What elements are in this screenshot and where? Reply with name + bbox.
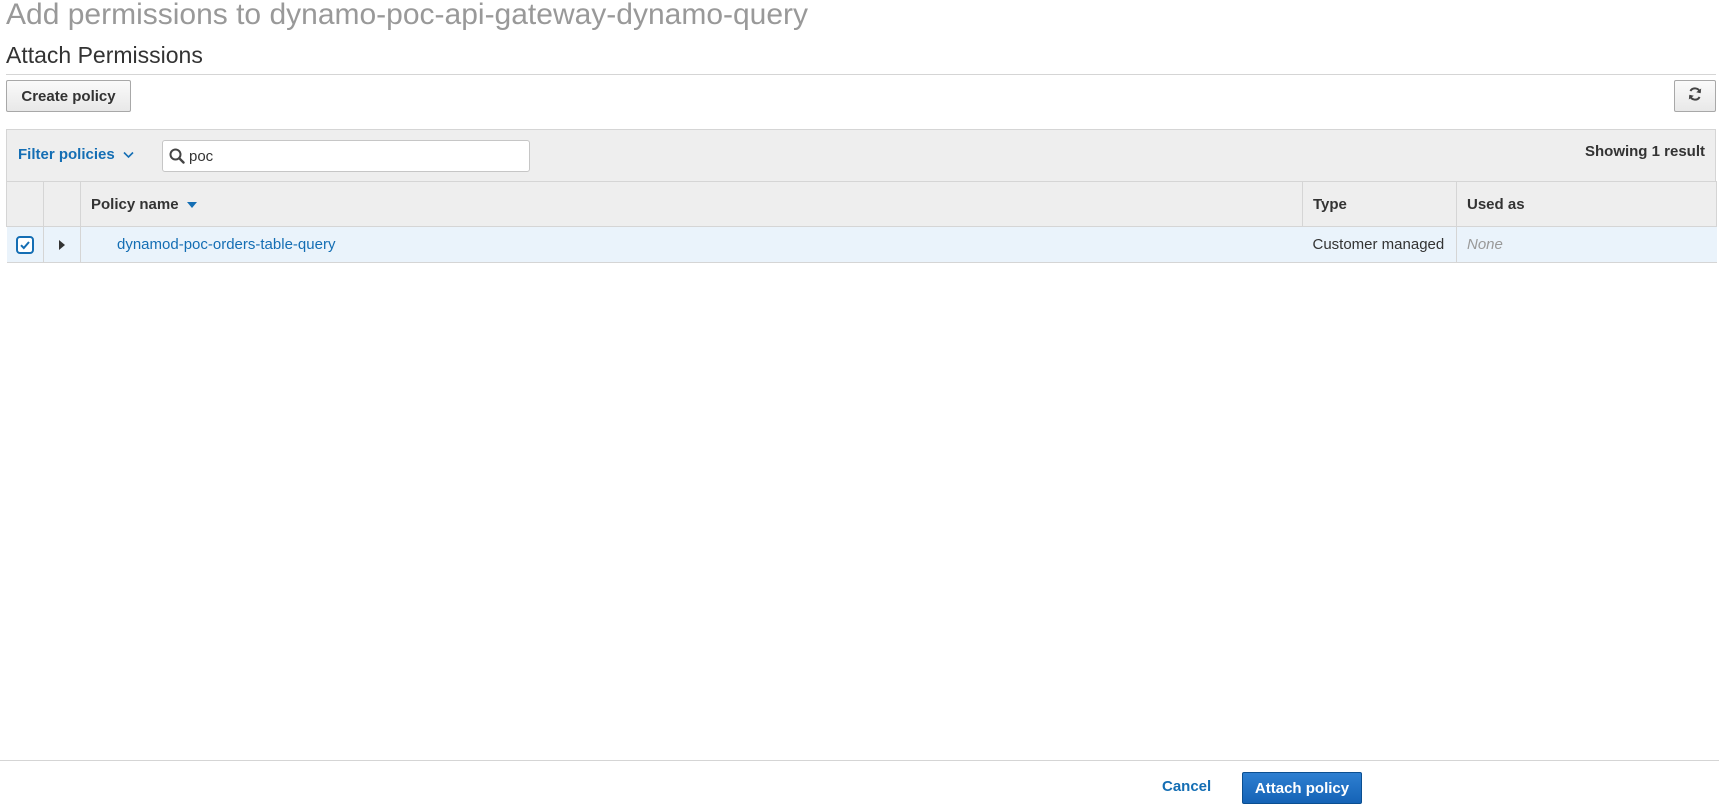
refresh-button[interactable] [1674,80,1716,112]
search-input[interactable] [189,144,519,168]
filter-bar: Filter policies Showing 1 result [6,129,1716,182]
policy-name-link[interactable]: dynamod-poc-orders-table-query [117,236,335,253]
checkmark-icon [20,240,30,249]
sort-descending-icon [186,201,197,208]
used-as-cell: None [1456,226,1717,263]
row-checkbox[interactable] [15,235,34,254]
policy-name-column-header[interactable]: Policy name [80,181,1303,227]
cancel-button[interactable]: Cancel [1162,778,1211,795]
policy-search-box [162,140,530,172]
select-all-column-header [6,181,44,227]
create-policy-button[interactable]: Create policy [6,80,131,112]
row-select-cell [6,226,44,263]
attach-permissions-page: Add permissions to dynamo-poc-api-gatewa… [0,0,1719,806]
filter-policies-label: Filter policies [18,146,115,163]
row-expand-cell [43,226,81,263]
search-icon [169,148,185,169]
table-row[interactable]: dynamod-poc-orders-table-query Customer … [6,226,1717,263]
policy-name-header-label: Policy name [91,195,179,213]
page-title: Add permissions to dynamo-poc-api-gatewa… [6,0,809,31]
used-as-value: None [1467,236,1503,253]
type-column-header[interactable]: Type [1302,181,1457,227]
expand-column-header [43,181,81,227]
footer-divider [0,760,1719,761]
policy-table: Policy name Type Used as dynamod-poc-ord… [6,181,1717,263]
policy-name-cell: dynamod-poc-orders-table-query [80,226,1303,263]
attach-policy-button[interactable]: Attach policy [1242,772,1362,804]
refresh-icon [1687,86,1703,106]
title-divider [6,74,1716,75]
chevron-down-icon [123,146,134,163]
table-header-row: Policy name Type Used as [6,181,1717,227]
filter-policies-dropdown[interactable]: Filter policies [18,146,134,163]
result-count: Showing 1 result [1584,143,1705,160]
expand-row-icon[interactable] [59,240,65,251]
policy-type-cell: Customer managed [1302,226,1457,263]
section-title: Attach Permissions [6,42,203,68]
used-as-column-header[interactable]: Used as [1456,181,1717,227]
